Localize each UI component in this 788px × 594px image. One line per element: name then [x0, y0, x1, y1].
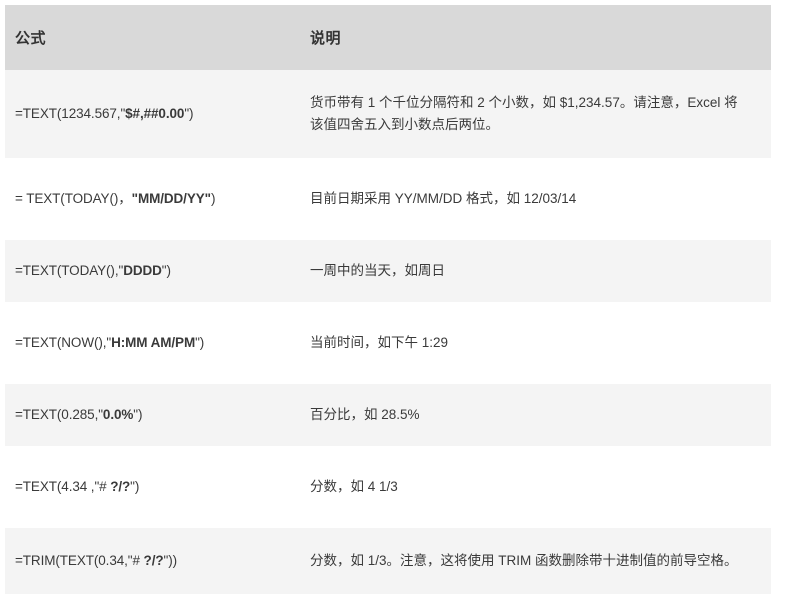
formula-text-plain: =TEXT(TODAY(),": [15, 263, 124, 278]
formula-text-bold: DDDD: [123, 263, 162, 278]
formula-text-plain: =TEXT(1234.567,": [15, 106, 126, 121]
description-cell: 分数，如 4 1/3: [310, 479, 398, 494]
page-root: 公式 说明 =TEXT(1234.567,"$#,##0.00") 货币带有 1…: [0, 0, 788, 594]
column-header-formula: 公式: [15, 30, 47, 47]
table-row: =TEXT(NOW(),"H:MM AM/PM") 当前时间，如下午 1:29: [5, 312, 771, 374]
row-gap-cell: [5, 518, 771, 528]
formula-text-tail: "): [184, 106, 194, 121]
column-header-description: 说明: [310, 30, 342, 47]
formula-text-plain: = TEXT(TODAY()，: [15, 191, 132, 206]
description-cell: 一周中的当天，如周日: [310, 263, 445, 278]
formula-cell: =TEXT(1234.567,"$#,##0.00"): [5, 70, 300, 158]
row-gap: [5, 158, 771, 168]
row-gap: [5, 302, 771, 312]
row-gap-cell: [5, 446, 771, 456]
formula-text-bold: $#,##0.00: [125, 106, 185, 121]
formula-cell: =TEXT(0.285,"0.0%"): [5, 384, 300, 446]
row-gap-cell: [5, 158, 771, 168]
row-gap-cell: [5, 230, 771, 240]
formula-cell: =TRIM(TEXT(0.34,"# ?/?")): [5, 528, 300, 594]
formula-cell: =TEXT(NOW(),"H:MM AM/PM"): [5, 312, 300, 374]
formula-cell: = TEXT(TODAY()，"MM/DD/YY"): [5, 168, 300, 230]
formula-cell: =TEXT(4.34 ,"# ?/?"): [5, 456, 300, 518]
formula-text-bold: ?/?: [143, 553, 164, 568]
description-cell: 目前日期采用 YY/MM/DD 格式，如 12/03/14: [310, 191, 577, 206]
formula-text-tail: "): [195, 335, 205, 350]
formula-text-plain: =TEXT(4.34 ,"#: [15, 479, 111, 494]
table-row: =TEXT(TODAY(),"DDDD") 一周中的当天，如周日: [5, 240, 771, 302]
row-gap-cell: [5, 374, 771, 384]
formula-text-tail: ): [210, 191, 216, 206]
formula-text-plain: =TRIM(TEXT(0.34,"#: [15, 553, 144, 568]
formula-text-plain: =TEXT(NOW(),": [15, 335, 112, 350]
row-gap-cell: [5, 302, 771, 312]
formula-text-bold: H:MM AM/PM: [111, 335, 196, 350]
row-gap: [5, 374, 771, 384]
formula-text-tail: ")): [163, 553, 178, 568]
table-row: =TEXT(0.285,"0.0%") 百分比，如 28.5%: [5, 384, 771, 446]
formula-reference-table: 公式 说明 =TEXT(1234.567,"$#,##0.00") 货币带有 1…: [5, 5, 771, 594]
table-row: =TEXT(4.34 ,"# ?/?") 分数，如 4 1/3: [5, 456, 771, 518]
table-header-row: 公式 说明: [5, 5, 771, 70]
description-cell: 分数，如 1/3。注意，这将使用 TRIM 函数删除带十进制值的前导空格。: [310, 553, 738, 568]
formula-text-bold: 0.0%: [102, 407, 134, 422]
table-body: =TEXT(1234.567,"$#,##0.00") 货币带有 1 个千位分隔…: [5, 70, 771, 594]
formula-cell: =TEXT(TODAY(),"DDDD"): [5, 240, 300, 302]
table-row: =TEXT(1234.567,"$#,##0.00") 货币带有 1 个千位分隔…: [5, 70, 771, 158]
formula-text-bold: "MM/DD/YY": [131, 191, 211, 206]
formula-text-plain: =TEXT(0.285,": [15, 407, 103, 422]
formula-text-bold: ?/?: [110, 479, 131, 494]
description-cell: 当前时间，如下午 1:29: [310, 335, 449, 350]
formula-text-tail: "): [130, 479, 140, 494]
description-cell: 百分比，如 28.5%: [310, 407, 420, 422]
formula-text-tail: "): [161, 263, 171, 278]
formula-text-tail: "): [133, 407, 143, 422]
table-row: = TEXT(TODAY()，"MM/DD/YY") 目前日期采用 YY/MM/…: [5, 168, 771, 230]
row-gap: [5, 230, 771, 240]
description-cell: 货币带有 1 个千位分隔符和 2 个小数，如 $1,234.57。请注意，Exc…: [310, 95, 738, 132]
table-header: 公式 说明: [5, 5, 771, 70]
row-gap: [5, 446, 771, 456]
row-gap: [5, 518, 771, 528]
table-row: =TRIM(TEXT(0.34,"# ?/?")) 分数，如 1/3。注意，这将…: [5, 528, 771, 594]
